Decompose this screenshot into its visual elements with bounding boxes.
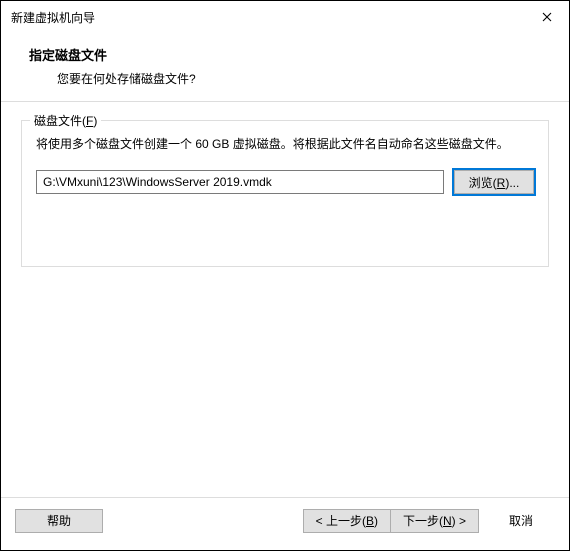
page-title: 指定磁盘文件 bbox=[29, 45, 545, 64]
close-icon bbox=[542, 9, 552, 25]
content-area: 磁盘文件(F) 将使用多个磁盘文件创建一个 60 GB 虚拟磁盘。将根据此文件名… bbox=[1, 102, 569, 497]
back-button[interactable]: < 上一步(B) bbox=[303, 509, 391, 533]
window-title: 新建虚拟机向导 bbox=[11, 9, 95, 26]
disk-file-fieldset: 磁盘文件(F) 将使用多个磁盘文件创建一个 60 GB 虚拟磁盘。将根据此文件名… bbox=[21, 120, 549, 267]
wizard-footer: 帮助 < 上一步(B) 下一步(N) > 取消 bbox=[1, 497, 569, 543]
page-subtitle: 您要在何处存储磁盘文件? bbox=[29, 70, 545, 87]
cancel-button[interactable]: 取消 bbox=[487, 509, 555, 533]
wizard-header: 指定磁盘文件 您要在何处存储磁盘文件? bbox=[1, 33, 569, 102]
file-row: 浏览(R)... bbox=[36, 170, 534, 194]
titlebar: 新建虚拟机向导 bbox=[1, 1, 569, 33]
next-button[interactable]: 下一步(N) > bbox=[390, 509, 479, 533]
fieldset-legend: 磁盘文件(F) bbox=[30, 112, 101, 129]
help-button[interactable]: 帮助 bbox=[15, 509, 103, 533]
nav-buttons: < 上一步(B) 下一步(N) > bbox=[303, 509, 479, 533]
disk-description: 将使用多个磁盘文件创建一个 60 GB 虚拟磁盘。将根据此文件名自动命名这些磁盘… bbox=[36, 135, 534, 154]
close-button[interactable] bbox=[524, 1, 569, 33]
browse-button[interactable]: 浏览(R)... bbox=[454, 170, 534, 194]
disk-file-input[interactable] bbox=[36, 170, 444, 194]
